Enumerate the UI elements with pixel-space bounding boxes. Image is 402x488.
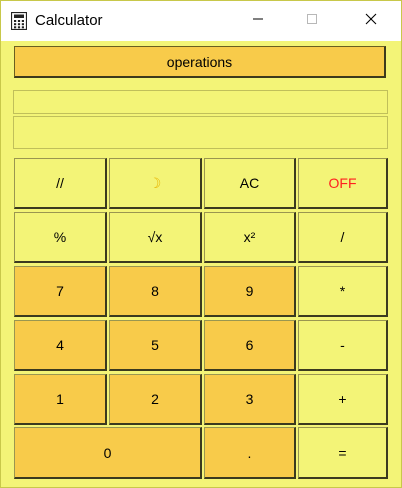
subtract-button[interactable]: - <box>298 320 388 371</box>
digit-4-button[interactable]: 4 <box>14 320 107 371</box>
clear-button[interactable]: AC <box>204 158 296 209</box>
digit-0-button[interactable]: 0 <box>14 427 202 479</box>
title-bar[interactable]: Calculator <box>1 1 401 41</box>
equals-button[interactable]: = <box>298 427 388 479</box>
expression-display <box>13 90 388 114</box>
operations-button[interactable]: operations <box>14 46 386 78</box>
maximize-button[interactable] <box>289 1 335 41</box>
digit-5-button[interactable]: 5 <box>109 320 202 371</box>
close-icon <box>365 12 377 30</box>
digit-3-button[interactable]: 3 <box>204 374 296 425</box>
square-root-button[interactable]: √x <box>109 212 202 263</box>
calculator-icon <box>10 11 28 31</box>
floor-divide-button[interactable]: // <box>14 158 107 209</box>
result-display <box>13 116 388 149</box>
window-title: Calculator <box>35 12 103 29</box>
add-button[interactable]: + <box>298 374 388 425</box>
multiply-button[interactable]: * <box>298 266 388 317</box>
off-button[interactable]: OFF <box>298 158 388 209</box>
percent-button[interactable]: % <box>14 212 107 263</box>
digit-2-button[interactable]: 2 <box>109 374 202 425</box>
minimize-icon <box>252 12 264 30</box>
maximize-icon <box>306 12 318 30</box>
minimize-button[interactable] <box>235 1 281 41</box>
digit-6-button[interactable]: 6 <box>204 320 296 371</box>
calculator-window: Calculator operations // ☽ AC OFF % √x x… <box>0 0 402 488</box>
divide-button[interactable]: / <box>298 212 388 263</box>
close-button[interactable] <box>348 1 394 41</box>
digit-7-button[interactable]: 7 <box>14 266 107 317</box>
digit-9-button[interactable]: 9 <box>204 266 296 317</box>
square-button[interactable]: x² <box>204 212 296 263</box>
digit-8-button[interactable]: 8 <box>109 266 202 317</box>
decimal-point-button[interactable]: . <box>204 427 296 479</box>
theme-toggle-button[interactable]: ☽ <box>109 158 202 209</box>
moon-icon: ☽ <box>148 174 162 191</box>
digit-1-button[interactable]: 1 <box>14 374 107 425</box>
